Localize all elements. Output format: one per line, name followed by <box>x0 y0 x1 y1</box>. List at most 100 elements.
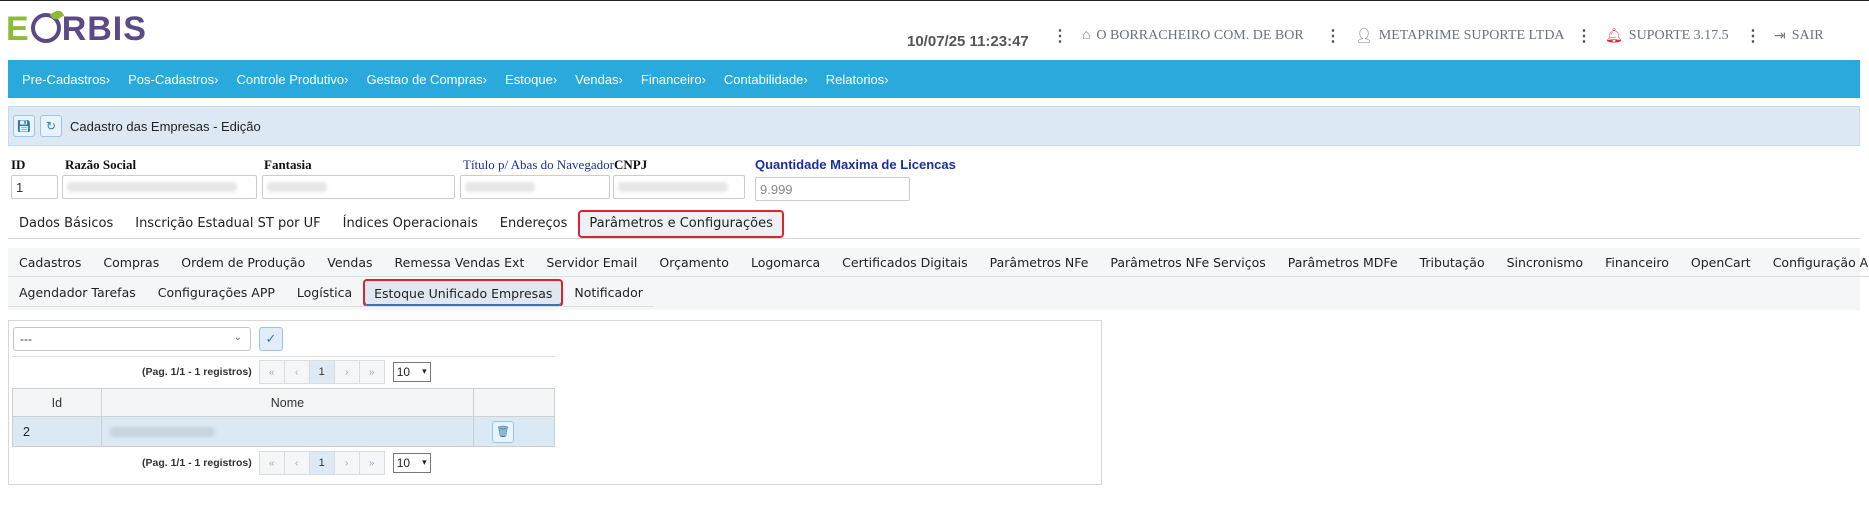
first-page-icon[interactable]: « <box>258 360 285 384</box>
licencas-field[interactable]: 9.999 <box>755 177 910 201</box>
tab-tributacao[interactable]: Tributação <box>1408 249 1496 277</box>
menu-gestao-compras[interactable]: Gestao de Compras› <box>366 72 487 87</box>
page-size-select[interactable]: 10 ▾ <box>392 362 431 382</box>
refresh-icon[interactable]: ↻ <box>40 115 62 137</box>
licencas-label: Quantidade Maxima de Licencas <box>755 157 956 172</box>
kebab-menu-icon[interactable]: ⋮ <box>1325 28 1341 46</box>
datetime: 10/07/25 11:23:47 <box>907 32 1029 50</box>
tab-logistica[interactable]: Logística <box>285 279 364 307</box>
user-menu[interactable]: 👤︎ METAPRIME SUPORTE LTDA <box>1355 24 1565 48</box>
tab-inscricao-estadual[interactable]: Inscrição Estadual ST por UF <box>124 210 331 238</box>
tab-parametros-nfe-servicos[interactable]: Parâmetros NFe Serviços <box>1099 249 1277 277</box>
redacted-value <box>109 426 215 437</box>
tab-remessa-vendas-ext[interactable]: Remessa Vendas Ext <box>383 249 536 277</box>
tab-estoque-unificado-empresas[interactable]: Estoque Unificado Empresas <box>363 279 564 307</box>
tab-certificados-digitais[interactable]: Certificados Digitais <box>831 249 979 277</box>
next-page-icon[interactable]: › <box>333 360 360 384</box>
cell-nome <box>100 416 475 447</box>
titulo-navegador-label: Título p/ Abas do Navegador <box>463 157 614 172</box>
tab-parametros-mdfe[interactable]: Parâmetros MDFe <box>1276 249 1409 277</box>
pager-bottom: (Pag. 1/1 - 1 registros) « ‹ 1 › » 10 ▾ <box>142 451 431 475</box>
main-tabs: Dados Básicos Inscrição Estadual ST por … <box>8 209 1860 239</box>
menu-relatorios[interactable]: Relatorios› <box>826 72 889 87</box>
save-icon[interactable]: 💾︎ <box>13 115 35 137</box>
page-size-select[interactable]: 10 ▾ <box>392 453 431 473</box>
check-icon: ✓ <box>265 331 277 346</box>
home-icon: ⌂ <box>1082 28 1091 43</box>
tab-orcamento[interactable]: Orçamento <box>648 249 740 277</box>
logout-button[interactable]: ⇥ SAIR <box>1774 24 1824 48</box>
tab-cadastros[interactable]: Cadastros <box>8 249 93 277</box>
page-number[interactable]: 1 <box>308 360 335 384</box>
empresas-table: Id Nome 2 🗑︎ <box>12 388 555 447</box>
fantasia-field[interactable] <box>262 175 455 199</box>
confirm-button[interactable]: ✓ <box>259 327 283 351</box>
prev-page-icon[interactable]: ‹ <box>283 451 310 475</box>
redacted-value <box>267 182 327 192</box>
tab-opencart[interactable]: OpenCart <box>1679 249 1762 277</box>
tab-vendas[interactable]: Vendas <box>316 249 384 277</box>
razao-social-label: Razão Social <box>65 157 137 172</box>
table-row[interactable]: 2 🗑︎ <box>12 416 555 447</box>
tab-sincronismo[interactable]: Sincronismo <box>1495 249 1595 277</box>
notifications[interactable]: 🔔︎ SUPORTE 3.17.5 <box>1605 24 1729 48</box>
main-menu: Pre-Cadastros› Pos-Cadastros› Controle P… <box>8 60 1860 98</box>
prev-page-icon[interactable]: ‹ <box>283 360 310 384</box>
tab-agendador-tarefas[interactable]: Agendador Tarefas <box>8 279 147 307</box>
menu-vendas[interactable]: Vendas› <box>575 72 623 87</box>
tab-ordem-producao[interactable]: Ordem de Produção <box>170 249 317 277</box>
tab-enderecos[interactable]: Endereços <box>489 210 579 238</box>
column-actions <box>473 388 555 417</box>
logout-icon: ⇥ <box>1774 28 1786 44</box>
tab-configuracoes-app[interactable]: Configurações APP <box>146 279 286 307</box>
tab-configuracao-apis[interactable]: Configuração API(s) <box>1761 249 1869 277</box>
tab-servidor-email[interactable]: Servidor Email <box>535 249 649 277</box>
kebab-menu-icon[interactable]: ⋮ <box>1745 28 1761 46</box>
menu-financeiro[interactable]: Financeiro› <box>641 72 706 87</box>
bell-icon: 🔔︎ <box>1605 28 1623 44</box>
next-page-icon[interactable]: › <box>333 451 360 475</box>
razao-social-field[interactable] <box>62 175 257 199</box>
chevron-down-icon: ▾ <box>422 366 427 376</box>
tab-parametros-nfe[interactable]: Parâmetros NFe <box>978 249 1100 277</box>
cell-id: 2 <box>12 416 102 447</box>
top-border <box>0 0 1869 1</box>
kebab-menu-icon[interactable]: ⋮ <box>1576 28 1592 46</box>
tab-compras[interactable]: Compras <box>92 249 171 277</box>
company-selector[interactable]: ⌂ O BORRACHEIRO COM. DE BOR <box>1082 24 1304 48</box>
last-page-icon[interactable]: » <box>358 360 385 384</box>
tab-logomarca[interactable]: Logomarca <box>739 249 832 277</box>
last-page-icon[interactable]: » <box>358 451 385 475</box>
orbit-icon <box>30 13 61 43</box>
menu-pre-cadastros[interactable]: Pre-Cadastros› <box>22 72 110 87</box>
kebab-menu-icon[interactable]: ⋮ <box>1052 28 1068 46</box>
cnpj-label: CNPJ <box>614 157 648 172</box>
tab-dados-basicos[interactable]: Dados Básicos <box>8 210 124 238</box>
redacted-value <box>465 182 535 192</box>
tab-financeiro[interactable]: Financeiro <box>1594 249 1680 277</box>
menu-estoque[interactable]: Estoque› <box>505 72 557 87</box>
menu-contabilidade[interactable]: Contabilidade› <box>724 72 808 87</box>
sub-tabs-row-1: Cadastros Compras Ordem de Produção Vend… <box>8 248 1869 278</box>
sub-tabs-row-2: Agendador Tarefas Configurações APP Logí… <box>8 278 654 308</box>
page-number[interactable]: 1 <box>308 451 335 475</box>
column-id[interactable]: Id <box>12 388 102 417</box>
titulo-navegador-field[interactable] <box>460 175 610 199</box>
sub-tabs: Cadastros Compras Ordem de Produção Vend… <box>8 248 1869 310</box>
tab-notificador[interactable]: Notificador <box>563 279 654 307</box>
chevron-down-icon: ⌄ <box>233 332 242 343</box>
column-nome[interactable]: Nome <box>100 388 475 417</box>
menu-controle-produtivo[interactable]: Controle Produtivo› <box>236 72 348 87</box>
tab-parametros-configuracoes[interactable]: Parâmetros e Configurações <box>578 209 784 238</box>
trash-icon[interactable]: 🗑︎ <box>492 420 515 443</box>
cell-actions: 🗑︎ <box>473 416 555 447</box>
tab-indices-operacionais[interactable]: Índices Operacionais <box>332 210 489 238</box>
cnpj-field[interactable] <box>613 175 745 199</box>
first-page-icon[interactable]: « <box>258 451 285 475</box>
orbis-logo[interactable]: E RBIS <box>6 10 147 49</box>
menu-pos-cadastros[interactable]: Pos-Cadastros› <box>128 72 218 87</box>
form-toolbar: 💾︎ ↻ Cadastro das Empresas - Edição <box>8 106 1860 146</box>
id-field[interactable]: 1 <box>11 175 58 199</box>
grid-divider <box>12 356 555 357</box>
empresa-select[interactable]: --- ⌄ <box>13 327 251 351</box>
